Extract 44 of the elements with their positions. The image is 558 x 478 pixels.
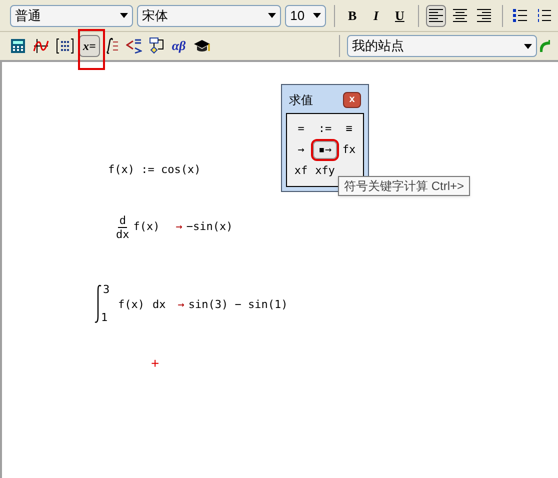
- result-expression: sin(3) − sin(1): [188, 296, 288, 313]
- matrix-icon: [56, 38, 74, 54]
- palette-button[interactable]: =: [289, 120, 313, 138]
- crosshair-cursor: +: [151, 356, 160, 370]
- style-dropdown[interactable]: 普通: [10, 4, 133, 26]
- resources-dropdown[interactable]: 我的站点: [347, 35, 537, 57]
- integral-operator: 3 1: [94, 284, 114, 326]
- palette-button[interactable]: :=: [313, 120, 337, 138]
- integral-icon: [104, 37, 119, 55]
- palette-button[interactable]: xf: [289, 162, 313, 180]
- palette-button[interactable]: ▪→: [313, 141, 337, 159]
- differential: dx: [152, 296, 166, 313]
- close-button[interactable]: x: [343, 92, 361, 108]
- calculator-icon: [10, 38, 26, 54]
- dropdown-arrow-icon: [268, 13, 276, 18]
- graph-icon: [33, 38, 49, 54]
- bold-button[interactable]: B: [342, 4, 362, 26]
- dropdown-arrow-icon: [312, 13, 321, 18]
- tooltip: 符号关键字计算 Ctrl+>: [338, 176, 470, 196]
- font-dropdown[interactable]: 宋体: [136, 4, 282, 26]
- underline-button[interactable]: U: [390, 4, 410, 26]
- palette-button[interactable]: ≡: [337, 120, 361, 138]
- integrand-expression: f(x): [118, 296, 144, 313]
- function-expression: f(x): [133, 219, 160, 236]
- align-left-button[interactable]: [426, 4, 446, 26]
- dropdown-arrow-icon: [524, 44, 532, 48]
- symbolic-arrow: →: [176, 219, 182, 236]
- definition-expression: f(x) := cos(x): [108, 162, 201, 178]
- palette-button[interactable]: →: [289, 141, 313, 159]
- evaluation-button[interactable]: x=: [79, 35, 100, 57]
- symbolic-arrow: →: [178, 296, 184, 313]
- palette-button[interactable]: xfy: [313, 162, 337, 180]
- highlight-frame: [78, 29, 105, 70]
- result-expression: −sin(x): [186, 219, 233, 236]
- italic-button[interactable]: I: [366, 4, 386, 26]
- font-size-dropdown[interactable]: 10: [285, 4, 326, 26]
- derivative-operator: d dx: [116, 214, 130, 241]
- flowchart-icon: [148, 37, 165, 55]
- comparison-icon: [126, 38, 142, 54]
- greek-button[interactable]: αβ: [170, 35, 188, 57]
- dropdown-arrow-icon: [120, 13, 128, 18]
- palette-title: 求值: [289, 92, 313, 109]
- graduation-cap-icon: [192, 38, 211, 54]
- palette-button[interactable]: fx: [337, 141, 361, 159]
